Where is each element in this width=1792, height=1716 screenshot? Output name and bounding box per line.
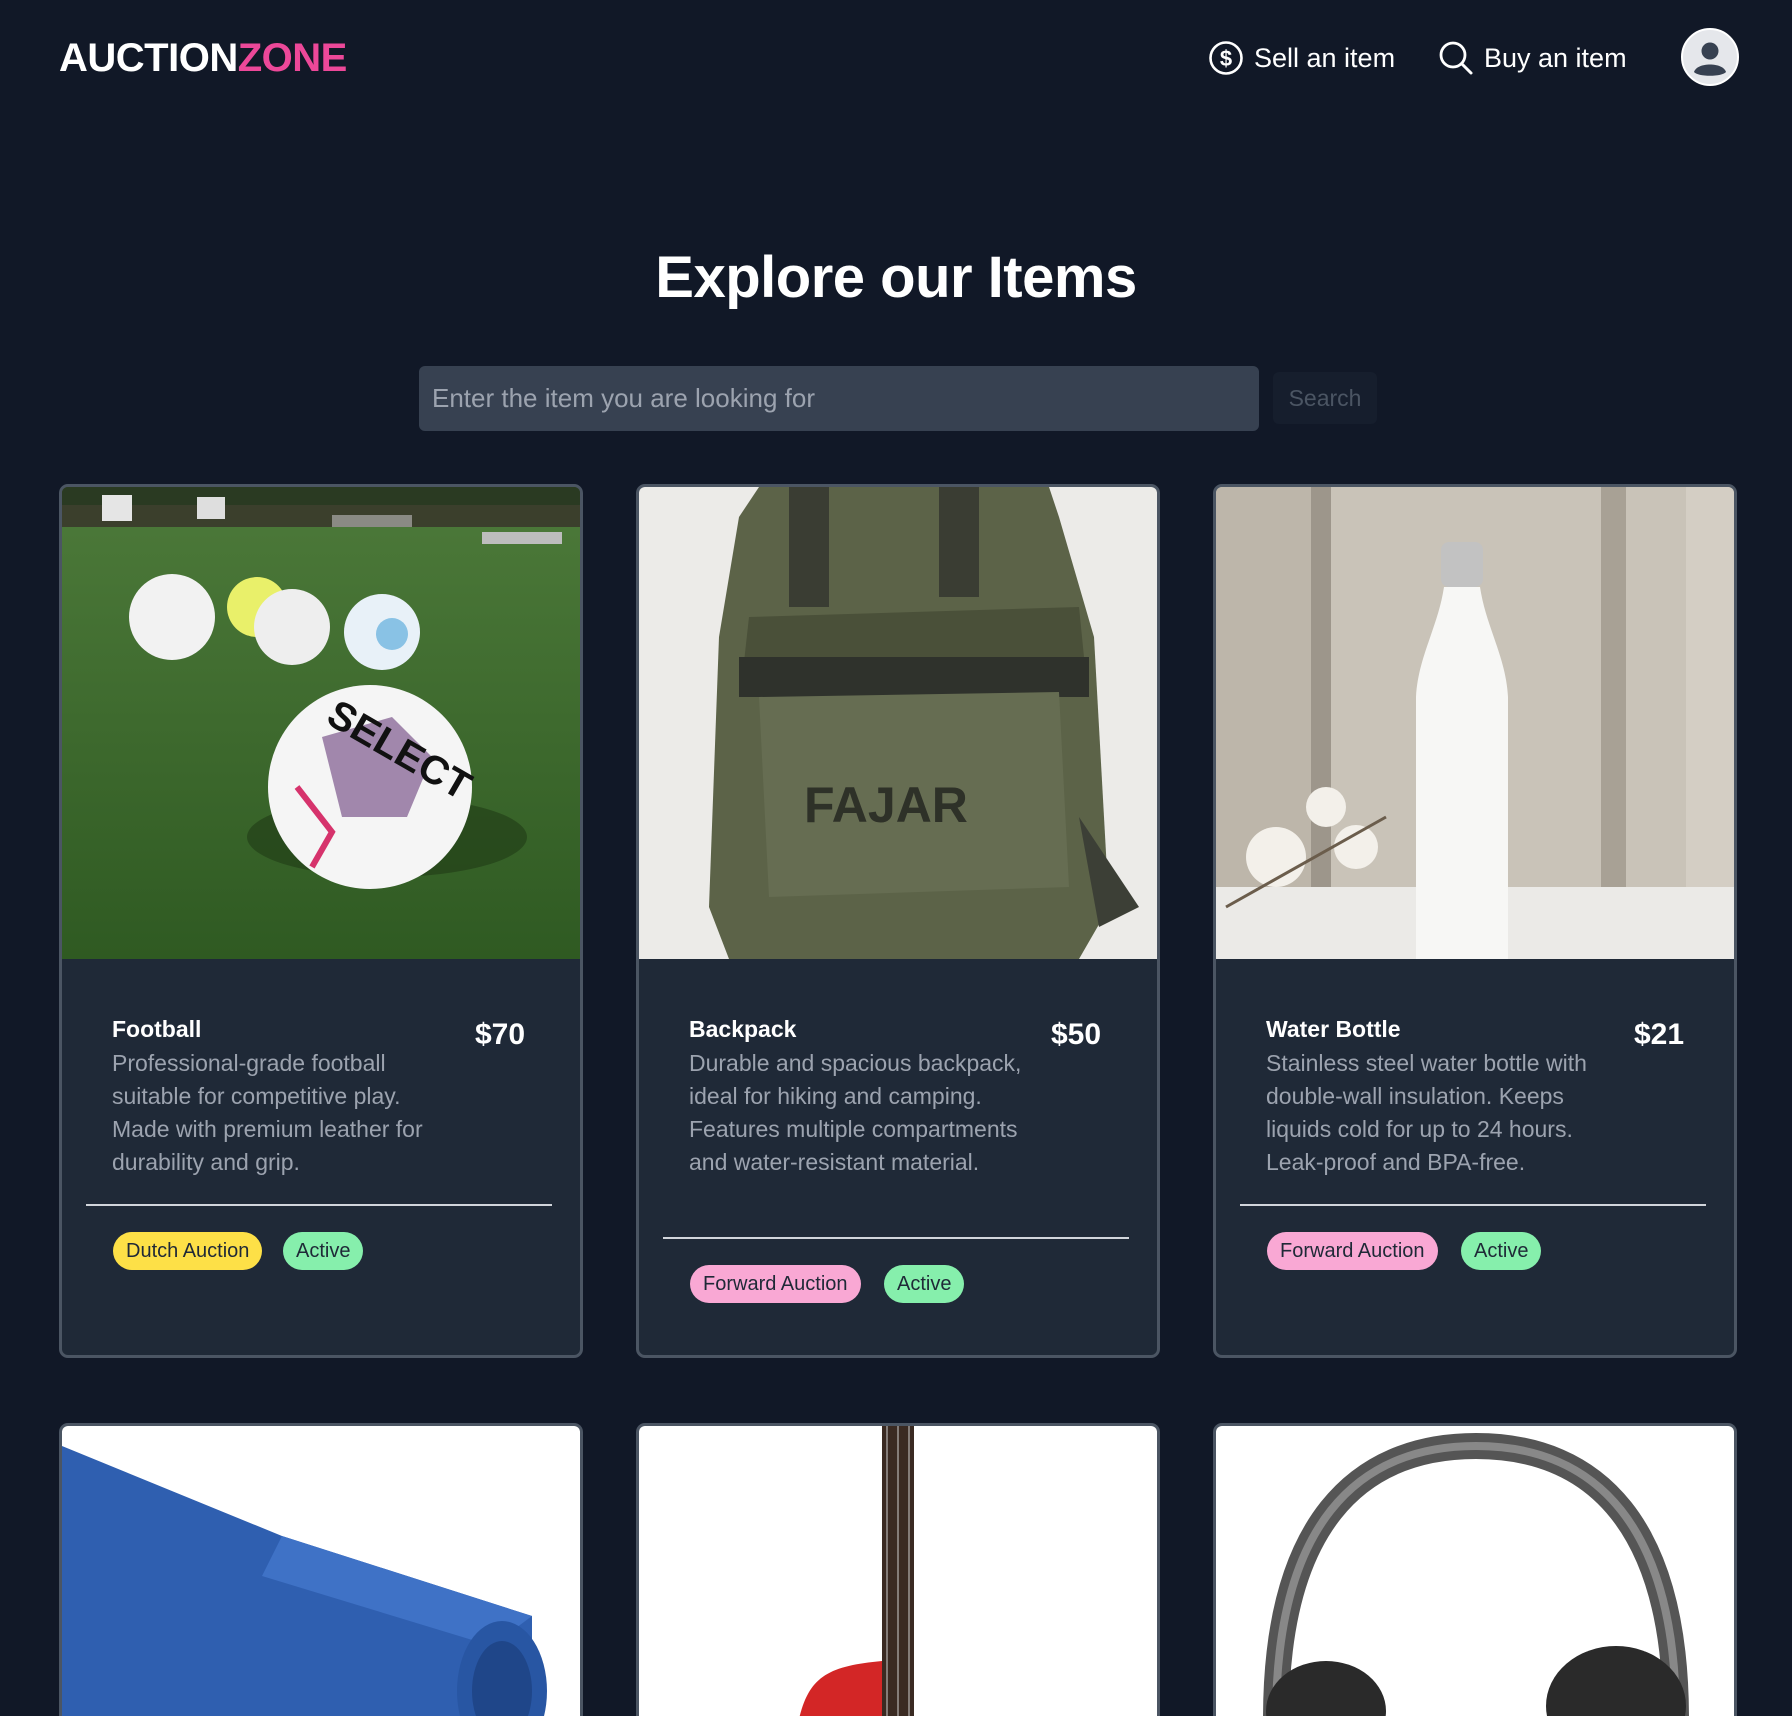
yoga-mat-image	[62, 1426, 580, 1716]
status-badge: Active	[1461, 1232, 1542, 1270]
brand-logo[interactable]: AUCTIONZONE	[59, 36, 347, 80]
water-bottle-image	[1216, 487, 1734, 959]
item-title: Football	[112, 1016, 202, 1042]
item-price: $21	[1634, 1018, 1685, 1051]
user-icon	[1685, 32, 1735, 82]
item-card-football[interactable]: SELECT Football $70 Professional-grade f…	[59, 484, 583, 1358]
buy-item-label: Buy an item	[1484, 42, 1627, 73]
search-icon	[1438, 40, 1474, 76]
item-title: Backpack	[689, 1016, 797, 1042]
dollar-circle-icon: $	[1208, 40, 1244, 76]
football-image: SELECT	[62, 487, 580, 959]
item-description: Stainless steel water bottle with double…	[1266, 1050, 1587, 1175]
sell-item-label: Sell an item	[1254, 42, 1396, 73]
user-avatar[interactable]	[1681, 28, 1739, 86]
card-divider	[86, 1204, 552, 1206]
auction-type-badge: Forward Auction	[690, 1265, 861, 1303]
card-divider	[1240, 1204, 1706, 1206]
auction-type-badge: Forward Auction	[1267, 1232, 1438, 1270]
search-button[interactable]: Search	[1273, 372, 1377, 424]
auction-type-badge: Dutch Auction	[113, 1232, 263, 1270]
top-nav-bar: AUCTIONZONE $ Sell an item Buy an item	[0, 0, 1792, 116]
item-price: $70	[475, 1018, 526, 1051]
svg-text:FAJAR: FAJAR	[804, 777, 968, 833]
search-input[interactable]	[419, 366, 1259, 431]
headphones-image	[1216, 1426, 1734, 1716]
card-divider	[663, 1237, 1129, 1239]
page-title: Explore our Items	[655, 245, 1137, 310]
brand-logo-part2: ZONE	[237, 36, 348, 80]
status-badge: Active	[283, 1232, 364, 1270]
status-badge: Active	[884, 1265, 965, 1303]
item-card-water-bottle[interactable]: Water Bottle $21 Stainless steel water b…	[1213, 484, 1737, 1358]
brand-logo-part1: AUCTION	[59, 36, 238, 80]
item-card-yoga-mat[interactable]	[59, 1423, 583, 1716]
sell-item-link[interactable]: $ Sell an item	[1208, 37, 1395, 79]
guitar-image	[639, 1426, 1157, 1716]
backpack-image: FAJAR	[639, 487, 1157, 959]
buy-item-link[interactable]: Buy an item	[1438, 37, 1627, 79]
item-card-backpack[interactable]: FAJAR Backpack $50 Durable and spacious …	[636, 484, 1160, 1358]
item-description: Durable and spacious backpack, ideal for…	[689, 1050, 1022, 1175]
svg-text:$: $	[1220, 46, 1232, 71]
item-description: Professional-grade football suitable for…	[112, 1050, 423, 1175]
item-card-headphones[interactable]	[1213, 1423, 1737, 1716]
item-price: $50	[1051, 1018, 1102, 1051]
item-title: Water Bottle	[1266, 1016, 1401, 1042]
item-card-guitar[interactable]	[636, 1423, 1160, 1716]
